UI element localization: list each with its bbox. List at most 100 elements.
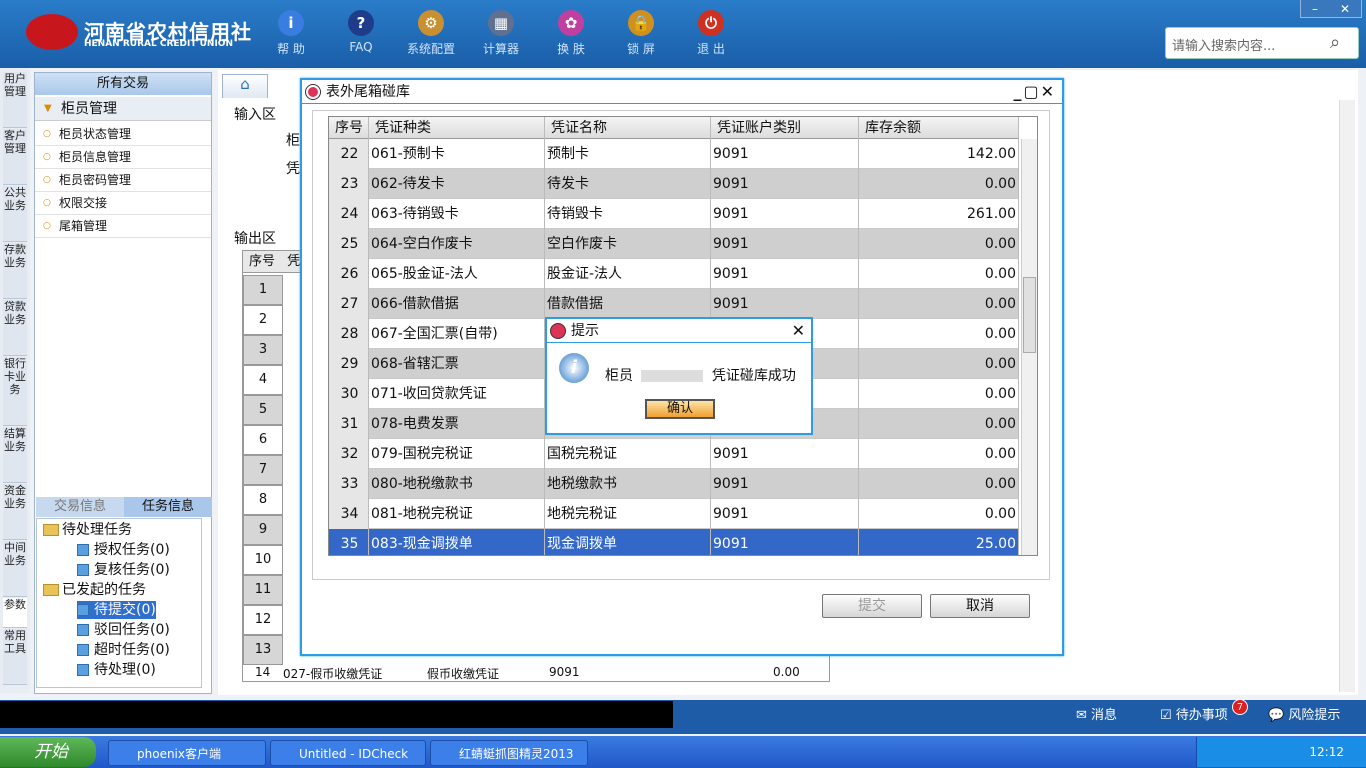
alert-message: 柜员 凭证碰库成功 bbox=[605, 368, 796, 384]
row-number: 5 bbox=[243, 395, 283, 425]
category-tab[interactable]: 银行卡业务 bbox=[3, 357, 27, 426]
dialog-window-controls[interactable]: _▢✕ bbox=[1013, 82, 1056, 101]
taskbar-item[interactable]: Untitled - IDCheck bbox=[270, 740, 426, 766]
home-tab[interactable]: ⌂ bbox=[222, 74, 268, 98]
cancel-button[interactable]: 取消 bbox=[930, 594, 1030, 618]
tree-node-timeout[interactable]: 超时任务(0) bbox=[77, 641, 170, 659]
table-row[interactable]: 14 027-假币收缴凭证 假币收缴凭证 9091 0.00 bbox=[243, 665, 829, 681]
category-tab[interactable]: 结算业务 bbox=[3, 427, 27, 483]
document-icon bbox=[77, 604, 89, 616]
category-tab[interactable]: 客户管理 bbox=[3, 129, 27, 185]
sidebar-group[interactable]: ▼ 柜员管理 bbox=[35, 97, 211, 121]
category-tab[interactable]: 存款业务 bbox=[3, 243, 27, 299]
table-row[interactable]: 32 079-国税完税证 国税完税证 9091 0.00 bbox=[329, 439, 1019, 469]
todo-button[interactable]: ☑ 待办事项 bbox=[1160, 706, 1228, 726]
task-tabs: 交易信息 任务信息 bbox=[36, 497, 212, 517]
table-row[interactable]: 35 083-现金调拨单 现金调拨单 9091 25.00 bbox=[329, 529, 1019, 555]
tree-node-to-process[interactable]: 待处理(0) bbox=[77, 661, 156, 679]
submit-button[interactable]: 提交 bbox=[822, 594, 922, 618]
table-cell: 0.00 bbox=[859, 439, 1019, 469]
table-cell: 0.00 bbox=[859, 499, 1019, 529]
calculator-button[interactable]: ▦ 计算器 bbox=[466, 8, 536, 64]
lock-button[interactable]: 🔒 锁 屏 bbox=[606, 8, 676, 64]
help-icon: i bbox=[278, 10, 304, 36]
tree-node-initiated[interactable]: 已发起的任务 bbox=[43, 581, 146, 599]
table-cell: 空白作废卡 bbox=[545, 229, 711, 259]
table-cell: 待发卡 bbox=[545, 169, 711, 199]
sidebar-item[interactable]: 柜员状态管理 bbox=[35, 123, 211, 146]
table-row[interactable]: 22 061-预制卡 预制卡 9091 142.00 bbox=[329, 139, 1019, 169]
tab-task-info[interactable]: 任务信息 bbox=[124, 497, 212, 517]
table-row[interactable]: 27 066-借款借据 借款借据 9091 0.00 bbox=[329, 289, 1019, 319]
risk-alert-button[interactable]: 💬 风险提示 bbox=[1268, 706, 1340, 726]
sidebar-item[interactable]: 尾箱管理 bbox=[35, 215, 211, 238]
table-cell: 9091 bbox=[711, 469, 859, 499]
table-row[interactable]: 33 080-地税缴款书 地税缴款书 9091 0.00 bbox=[329, 469, 1019, 499]
taskbar-item[interactable]: phoenix客户端 bbox=[108, 740, 266, 766]
task-tree: 待处理任务 授权任务(0) 复核任务(0) 已发起的任务 待提交(0) 驳回任务… bbox=[36, 518, 202, 688]
config-button[interactable]: ⚙ 系统配置 bbox=[396, 8, 466, 64]
sidebar-item[interactable]: 权限交接 bbox=[35, 192, 211, 215]
tree-node-auth[interactable]: 授权任务(0) bbox=[77, 541, 170, 559]
alert-close-icon[interactable]: ✕ bbox=[792, 321, 805, 340]
table-cell: 现金调拨单 bbox=[545, 529, 711, 555]
document-icon bbox=[77, 664, 89, 676]
category-tab[interactable]: 贷款业务 bbox=[3, 300, 27, 356]
help-button[interactable]: i 帮 助 bbox=[256, 8, 326, 64]
column-header[interactable]: 凭证名称 bbox=[545, 117, 711, 139]
table-cell: 待销毁卡 bbox=[545, 199, 711, 229]
table-cell: 078-电费发票 bbox=[369, 409, 545, 439]
table-cell: 股金证-法人 bbox=[545, 259, 711, 289]
exit-icon: ⏻ bbox=[698, 10, 724, 36]
column-header[interactable]: 凭证账户类别 bbox=[711, 117, 859, 139]
faq-button[interactable]: ? FAQ bbox=[326, 8, 396, 64]
table-cell: 071-收回贷款凭证 bbox=[369, 379, 545, 409]
row-number: 4 bbox=[243, 365, 283, 395]
skin-button[interactable]: ✿ 换 肤 bbox=[536, 8, 606, 64]
table-cell: 25.00 bbox=[859, 529, 1019, 555]
document-icon bbox=[77, 624, 89, 636]
tree-node-review[interactable]: 复核任务(0) bbox=[77, 561, 170, 579]
grid-scroll-thumb[interactable] bbox=[1023, 277, 1036, 353]
column-header[interactable]: 序号 bbox=[329, 117, 369, 139]
table-cell: 0.00 bbox=[859, 409, 1019, 439]
category-tab[interactable]: 资金业务 bbox=[3, 484, 27, 540]
alert-dialog: 提示 ✕ i 柜员 凭证碰库成功 确认 bbox=[545, 317, 813, 435]
table-cell: 地税缴款书 bbox=[545, 469, 711, 499]
table-row[interactable]: 26 065-股金证-法人 股金证-法人 9091 0.00 bbox=[329, 259, 1019, 289]
column-header[interactable]: 库存余额 bbox=[859, 117, 1019, 139]
table-cell: 借款借据 bbox=[545, 289, 711, 319]
main-scrollbar[interactable] bbox=[1339, 100, 1355, 692]
category-tab[interactable]: 公共业务 bbox=[3, 186, 27, 242]
table-cell: 0.00 bbox=[859, 259, 1019, 289]
confirm-button[interactable]: 确认 bbox=[645, 399, 715, 419]
tree-node-rejected[interactable]: 驳回任务(0) bbox=[77, 621, 170, 639]
category-tab[interactable]: 常用工具 bbox=[3, 629, 27, 685]
tree-node-to-submit[interactable]: 待提交(0) bbox=[77, 601, 156, 619]
category-tab[interactable]: 中间业务 bbox=[3, 541, 27, 597]
sidebar-item[interactable]: 柜员密码管理 bbox=[35, 169, 211, 192]
table-cell: 0.00 bbox=[859, 289, 1019, 319]
table-row[interactable]: 23 062-待发卡 待发卡 9091 0.00 bbox=[329, 169, 1019, 199]
table-cell: 0.00 bbox=[859, 169, 1019, 199]
column-header[interactable]: 凭证种类 bbox=[369, 117, 545, 139]
table-cell: 国税完税证 bbox=[545, 439, 711, 469]
tab-trade-info[interactable]: 交易信息 bbox=[36, 497, 124, 517]
category-tab[interactable]: 用户管理 bbox=[3, 72, 27, 128]
taskbar-item[interactable]: 红蜻蜓抓图精灵2013 bbox=[430, 740, 588, 766]
minimize-button[interactable]: – bbox=[1312, 2, 1318, 16]
sidebar-item[interactable]: 柜员信息管理 bbox=[35, 146, 211, 169]
close-button[interactable]: ✕ bbox=[1340, 2, 1350, 16]
table-cell: 065-股金证-法人 bbox=[369, 259, 545, 289]
messages-button[interactable]: ✉ 消息 bbox=[1076, 706, 1117, 726]
table-row[interactable]: 24 063-待销毁卡 待销毁卡 9091 261.00 bbox=[329, 199, 1019, 229]
category-tab[interactable]: 参数 bbox=[3, 598, 27, 628]
search-icon[interactable]: ⌕ bbox=[1330, 32, 1352, 54]
row-number: 12 bbox=[243, 605, 283, 635]
start-button[interactable]: 开始 bbox=[0, 737, 96, 767]
lock-icon: 🔒 bbox=[628, 10, 654, 36]
exit-button[interactable]: ⏻ 退 出 bbox=[676, 8, 746, 64]
tree-node-pending[interactable]: 待处理任务 bbox=[43, 521, 132, 539]
table-row[interactable]: 25 064-空白作废卡 空白作废卡 9091 0.00 bbox=[329, 229, 1019, 259]
table-row[interactable]: 34 081-地税完税证 地税完税证 9091 0.00 bbox=[329, 499, 1019, 529]
